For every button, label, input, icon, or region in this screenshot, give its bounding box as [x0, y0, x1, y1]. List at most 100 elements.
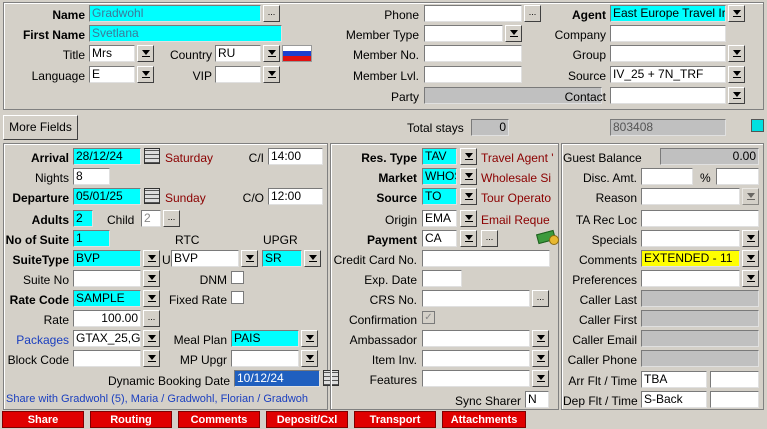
child-details-button[interactable]: ... [163, 210, 180, 227]
exp-date-field[interactable] [422, 270, 462, 287]
agent-field[interactable]: East Europe Travel Ir [610, 5, 726, 22]
preferences-field[interactable] [641, 270, 740, 287]
departure-calendar-icon[interactable] [144, 188, 160, 204]
disc-percent-field[interactable] [716, 168, 759, 185]
confirmation-checkbox[interactable]: ✓ [422, 311, 435, 324]
arrival-calendar-icon[interactable] [144, 148, 160, 164]
res-type-dropdown-icon[interactable] [460, 148, 477, 165]
specials-dropdown-icon[interactable] [742, 230, 759, 247]
crs-no-field[interactable] [422, 290, 530, 307]
tab-transport[interactable]: Transport [354, 411, 436, 428]
dep-flt-field[interactable]: S-Back [641, 391, 707, 408]
meal-plan-dropdown-icon[interactable] [301, 330, 318, 347]
suite-type-dropdown-icon[interactable] [143, 250, 160, 267]
dep-time-field[interactable] [710, 391, 759, 408]
ambassador-field[interactable] [422, 330, 530, 347]
member-lvl-field[interactable] [424, 66, 522, 83]
rate-details-button[interactable]: ... [143, 310, 160, 327]
rate-code-field[interactable]: SAMPLE [73, 290, 141, 307]
language-field[interactable]: E [89, 66, 135, 83]
suite-no-dropdown-icon[interactable] [143, 270, 160, 287]
profile-source-field[interactable]: IV_25 + 7N_TRF [610, 66, 726, 83]
crs-lookup-button[interactable]: ... [532, 290, 549, 307]
country-field[interactable]: RU [215, 45, 261, 62]
child-field[interactable]: 2 [141, 210, 161, 227]
contact-field[interactable] [610, 87, 726, 104]
ambassador-dropdown-icon[interactable] [532, 330, 549, 347]
specials-field[interactable] [641, 230, 740, 247]
member-no-field[interactable] [424, 45, 522, 62]
item-inv-field[interactable] [422, 350, 530, 367]
features-dropdown-icon[interactable] [532, 370, 549, 387]
share-with-link[interactable]: Share with Gradwohl (5), Maria / Gradwoh… [6, 392, 308, 406]
checkin-time-field[interactable]: 14:00 [268, 148, 323, 165]
tab-routing[interactable]: Routing [90, 411, 172, 428]
market-dropdown-icon[interactable] [460, 168, 477, 185]
phone-lookup-button[interactable]: ... [524, 5, 541, 22]
vip-field[interactable] [215, 66, 261, 83]
dynamic-booking-date-field[interactable]: 10/12/24 [234, 370, 320, 387]
mp-upgr-field[interactable] [231, 350, 299, 367]
tab-deposit-cxl[interactable]: Deposit/Cxl [266, 411, 348, 428]
credit-card-field[interactable] [422, 250, 550, 267]
item-inv-dropdown-icon[interactable] [532, 350, 549, 367]
comments-dropdown-icon[interactable] [742, 250, 759, 267]
first-name-field[interactable]: Svetlana [89, 25, 282, 42]
dnm-checkbox[interactable] [231, 271, 244, 284]
res-source-dropdown-icon[interactable] [460, 188, 477, 205]
vip-dropdown-icon[interactable] [263, 66, 280, 83]
features-field[interactable] [422, 370, 530, 387]
tab-comments[interactable]: Comments [178, 411, 260, 428]
arr-time-field[interactable] [710, 371, 759, 388]
reason-dropdown-icon[interactable] [742, 188, 759, 205]
sync-sharer-field[interactable]: N [525, 391, 549, 408]
packages-field[interactable]: GTAX_25,GT [73, 330, 141, 347]
no-of-suite-field[interactable]: 1 [73, 230, 110, 247]
name-lookup-button[interactable]: ... [263, 5, 280, 22]
block-code-field[interactable] [73, 350, 141, 367]
tab-attachments[interactable]: Attachments [442, 411, 526, 428]
departure-field[interactable]: 05/01/25 [73, 188, 141, 205]
ta-rec-loc-field[interactable] [641, 210, 759, 227]
upgr-field[interactable]: SR [262, 250, 302, 267]
member-type-dropdown-icon[interactable] [505, 25, 522, 42]
contact-dropdown-icon[interactable] [728, 87, 745, 104]
block-code-dropdown-icon[interactable] [143, 350, 160, 367]
packages-label[interactable]: Packages [5, 333, 69, 347]
profile-source-dropdown-icon[interactable] [728, 66, 745, 83]
payment-dropdown-icon[interactable] [460, 230, 477, 247]
mp-upgr-dropdown-icon[interactable] [301, 350, 318, 367]
reason-field[interactable] [641, 188, 740, 205]
rate-field[interactable]: 100.00 [73, 310, 141, 327]
country-dropdown-icon[interactable] [263, 45, 280, 62]
adults-field[interactable]: 2 [73, 210, 93, 227]
company-field[interactable] [610, 25, 726, 42]
group-field[interactable] [610, 45, 726, 62]
payment-details-button[interactable]: ... [481, 230, 498, 247]
language-dropdown-icon[interactable] [137, 66, 154, 83]
res-source-field[interactable]: TO [422, 188, 457, 205]
arr-flt-field[interactable]: TBA [641, 371, 707, 388]
title-field[interactable]: Mrs [89, 45, 135, 62]
preferences-dropdown-icon[interactable] [742, 270, 759, 287]
tab-share[interactable]: Share [2, 411, 84, 428]
origin-dropdown-icon[interactable] [460, 210, 477, 227]
title-dropdown-icon[interactable] [137, 45, 154, 62]
phone-field[interactable] [424, 5, 522, 22]
status-indicator[interactable] [751, 119, 764, 132]
market-field[interactable]: WHOS [422, 168, 457, 185]
suite-no-field[interactable] [73, 270, 141, 287]
res-type-field[interactable]: TAV [422, 148, 457, 165]
packages-dropdown-icon[interactable] [143, 330, 160, 347]
suite-type-field[interactable]: BVP [73, 250, 141, 267]
member-type-field[interactable] [424, 25, 503, 42]
checkout-time-field[interactable]: 12:00 [268, 188, 323, 205]
rtc-field[interactable]: BVP [171, 250, 239, 267]
disc-amt-field[interactable] [641, 168, 693, 185]
meal-plan-field[interactable]: PAIS [231, 330, 299, 347]
nights-field[interactable]: 8 [73, 168, 110, 185]
payment-field[interactable]: CA [422, 230, 457, 247]
more-fields-button[interactable]: More Fields [3, 115, 78, 140]
upgr-dropdown-icon[interactable] [304, 250, 321, 267]
name-field[interactable]: Gradwohl [89, 5, 261, 22]
